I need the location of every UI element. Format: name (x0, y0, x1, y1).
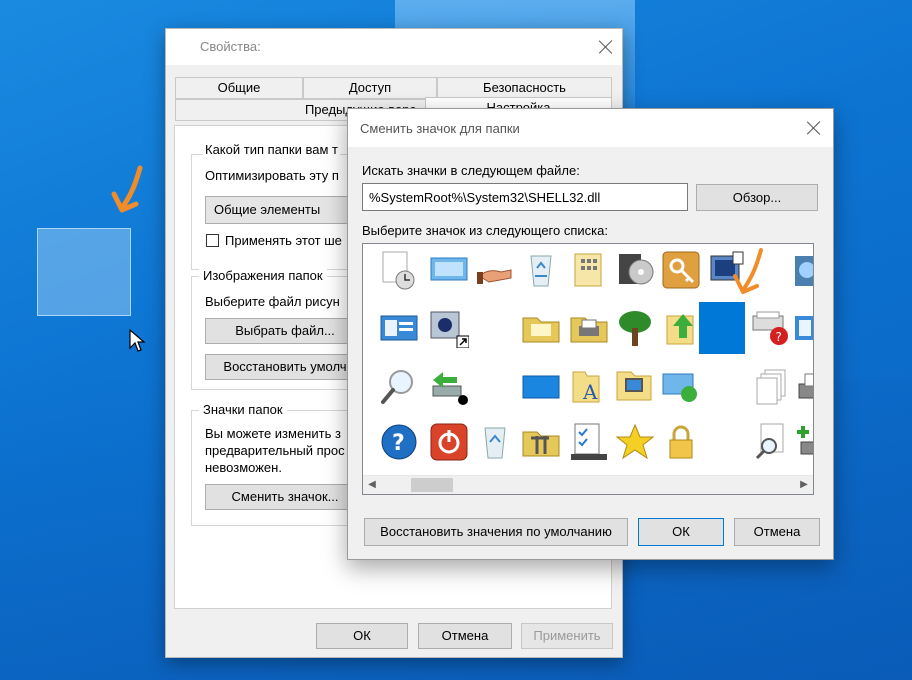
control-window-icon[interactable] (377, 306, 421, 350)
add-printer-icon[interactable] (791, 420, 813, 464)
svg-text:?: ? (776, 330, 782, 344)
help-printer-icon[interactable]: ? (749, 306, 793, 350)
ok-button[interactable]: ОК (316, 623, 408, 649)
apply-button: Применить (521, 623, 613, 649)
search-document-icon[interactable] (749, 420, 793, 464)
browse-button[interactable]: Обзор... (696, 184, 818, 211)
dialog-ok-button[interactable]: ОК (638, 518, 724, 546)
apply-subfolders-label: Применять этот ше (225, 233, 342, 248)
tab-security[interactable]: Безопасность (437, 77, 612, 99)
choose-image-text: Выберите файл рисун (205, 294, 340, 309)
change-icon-dialog: Сменить значок для папки Искать значки в… (347, 108, 834, 560)
folder-icons-title: Значки папок (199, 402, 287, 417)
close-icon[interactable] (598, 39, 614, 55)
green-arrow-drive-icon[interactable] (427, 364, 471, 408)
lock-icon[interactable] (659, 420, 703, 464)
star-icon[interactable] (613, 420, 657, 464)
tab-sharing[interactable]: Доступ (303, 77, 437, 99)
folder-pen-icon[interactable] (519, 306, 563, 350)
scroll-right-icon[interactable]: ▶ (797, 478, 811, 492)
recycle-bin-icon[interactable] (519, 248, 563, 292)
cancel-button[interactable]: Отмена (418, 623, 512, 649)
folder-icons-text-3: невозможен. (205, 460, 282, 475)
restore-default-image-button[interactable]: Восстановить умолч (205, 354, 365, 380)
close-icon[interactable] (806, 120, 822, 136)
selected-blank-icon[interactable] (699, 302, 745, 354)
icon-list-label: Выберите значок из следующего списка: (362, 223, 608, 238)
printer-folder-icon[interactable] (567, 306, 611, 350)
icon-list[interactable]: ? A ? ◀ ▶ (362, 243, 814, 495)
dialog-titlebar: Сменить значок для папки (348, 109, 833, 147)
media-disc-icon[interactable] (613, 248, 657, 292)
moon-shortcut-icon[interactable] (427, 306, 471, 350)
sync-window-icon[interactable] (659, 364, 703, 408)
share-hand-icon[interactable] (473, 248, 517, 292)
optimize-label: Оптимизировать эту п (205, 168, 339, 183)
control-panel-folder-icon[interactable] (567, 248, 611, 292)
apply-subfolders-checkbox[interactable] (206, 234, 219, 247)
scheduled-document-icon[interactable] (377, 248, 421, 292)
properties-titlebar: Свойства: (166, 29, 622, 65)
fonts-folder-icon[interactable]: A (567, 364, 611, 408)
recycle-bin-full-icon[interactable] (473, 420, 517, 464)
dialog-title: Сменить значок для папки (360, 121, 520, 136)
choose-file-button[interactable]: Выбрать файл... (205, 318, 365, 344)
svg-text:A: A (582, 380, 598, 404)
mouse-cursor-icon (129, 328, 146, 352)
restore-defaults-button[interactable]: Восстановить значения по умолчанию (364, 518, 628, 546)
annotation-arrow-icon (733, 248, 763, 294)
control-window-icon-2[interactable] (791, 306, 813, 350)
folder-icons-text-1: Вы можете изменить з (205, 426, 341, 441)
desktop-blue-icon[interactable] (519, 364, 563, 408)
annotation-arrow-icon (111, 165, 143, 213)
folder-images-title: Изображения папок (199, 268, 327, 283)
folder-up-arrow-icon[interactable] (659, 306, 703, 350)
computer-folder-icon[interactable] (613, 364, 657, 408)
help-icon[interactable]: ? (377, 420, 421, 464)
tab-general[interactable]: Общие (175, 77, 303, 99)
checklist-icon[interactable] (567, 420, 611, 464)
power-icon[interactable] (427, 420, 471, 464)
network-globe-icon[interactable] (783, 248, 813, 292)
scroll-thumb[interactable] (411, 478, 453, 492)
change-icon-button[interactable]: Сменить значок... (205, 484, 365, 510)
tree-icon[interactable] (613, 306, 657, 350)
file-label: Искать значки в следующем файле: (362, 163, 580, 178)
desktop-window-icon[interactable] (427, 248, 471, 292)
scroll-left-icon[interactable]: ◀ (365, 478, 379, 492)
icon-file-path-input[interactable] (362, 183, 688, 211)
printer-icon[interactable] (791, 364, 813, 408)
documents-stack-icon[interactable] (749, 364, 793, 408)
desktop-selected-folder[interactable] (37, 228, 131, 316)
window-title: Свойства: (200, 39, 261, 54)
dialog-cancel-button[interactable]: Отмена (734, 518, 820, 546)
horizontal-scrollbar[interactable]: ◀ ▶ (363, 475, 813, 494)
search-icon[interactable] (377, 364, 421, 408)
folder-icons-text-2: предварительный прос (205, 443, 345, 458)
key-icon[interactable] (659, 248, 703, 292)
folder-type-question: Какой тип папки вам т (203, 142, 340, 157)
svg-text:?: ? (392, 431, 405, 456)
tools-folder-icon[interactable] (519, 420, 563, 464)
